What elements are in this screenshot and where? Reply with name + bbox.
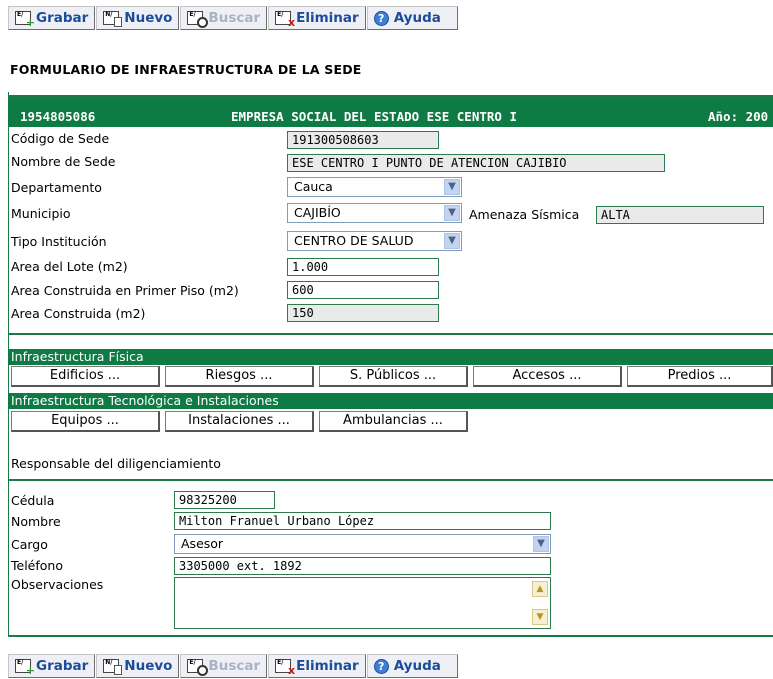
- departamento-label: Departamento: [11, 180, 102, 195]
- cedula-label: Cédula: [11, 493, 55, 508]
- grabar-label: Grabar: [36, 10, 89, 26]
- eliminar-label: Eliminar: [296, 10, 359, 26]
- tipo-institucion-value: CENTRO DE SALUD: [294, 233, 414, 248]
- amenaza-field[interactable]: ALTA: [596, 206, 764, 224]
- chevron-down-icon: ▼: [444, 233, 460, 249]
- delete-icon: E/x: [275, 11, 296, 29]
- search-icon: E/: [187, 659, 209, 676]
- chevron-down-icon: ▼: [444, 179, 460, 195]
- ayuda-button[interactable]: ? Ayuda: [366, 6, 458, 30]
- search-icon: E/: [187, 11, 209, 28]
- eliminar-button[interactable]: E/x Eliminar: [268, 6, 366, 30]
- observaciones-label: Observaciones: [11, 577, 104, 592]
- cedula-field[interactable]: 98325200: [174, 491, 275, 509]
- equipos-button[interactable]: Equipos ...: [11, 411, 160, 432]
- divider: [8, 635, 773, 637]
- eliminar-label: Eliminar: [296, 658, 359, 674]
- entity-name: EMPRESA SOCIAL DEL ESTADO ESE CENTRO I: [231, 109, 517, 124]
- observaciones-textarea[interactable]: ▲ ▼: [174, 577, 551, 629]
- entity-code: 1954805086: [20, 109, 96, 124]
- divider: [8, 479, 773, 481]
- codigo-sede-label: Código de Sede: [11, 131, 110, 146]
- delete-icon: E/x: [275, 659, 296, 677]
- divider: [8, 333, 773, 335]
- buscar-label: Buscar: [208, 10, 261, 26]
- cargo-select[interactable]: Asesor ▼: [174, 534, 551, 554]
- buscar-button[interactable]: E/ Buscar: [180, 654, 268, 678]
- municipio-label: Municipio: [11, 206, 71, 221]
- chevron-down-icon: ▼: [444, 205, 460, 221]
- nuevo-label: Nuevo: [124, 10, 173, 26]
- save-icon: E/+: [15, 659, 35, 677]
- accesos-button[interactable]: Accesos ...: [473, 366, 622, 387]
- instalaciones-button[interactable]: Instalaciones ...: [165, 411, 314, 432]
- buscar-label: Buscar: [208, 658, 261, 674]
- area-construida-field[interactable]: 150: [287, 304, 439, 322]
- area-construida-label: Area Construida (m2): [11, 306, 146, 321]
- page-title: FORMULARIO DE INFRAESTRUCTURA DE LA SEDE: [10, 62, 362, 77]
- nuevo-button[interactable]: N/ Nuevo: [96, 6, 180, 30]
- nuevo-label: Nuevo: [124, 658, 173, 674]
- area-lote-label: Area del Lote (m2): [11, 259, 128, 274]
- year-label: Año: 200: [708, 109, 769, 124]
- save-icon: E/+: [15, 11, 35, 29]
- nombre-sede-label: Nombre de Sede: [11, 154, 116, 169]
- servicios-publicos-button[interactable]: S. Públicos ...: [319, 366, 468, 387]
- ayuda-button[interactable]: ? Ayuda: [366, 654, 458, 678]
- grabar-button[interactable]: E/+ Grabar: [8, 654, 96, 678]
- area-primer-piso-field[interactable]: 600: [287, 281, 439, 299]
- help-icon: ?: [373, 10, 389, 26]
- buscar-button[interactable]: E/ Buscar: [180, 6, 268, 30]
- amenaza-label: Amenaza Sísmica: [469, 207, 580, 222]
- telefono-label: Teléfono: [11, 558, 63, 573]
- new-document-icon: N/: [103, 11, 123, 27]
- tipo-institucion-label: Tipo Institución: [11, 234, 107, 249]
- riesgos-button[interactable]: Riesgos ...: [165, 366, 314, 387]
- responsable-heading: Responsable del diligenciamiento: [11, 456, 221, 471]
- nuevo-button[interactable]: N/ Nuevo: [96, 654, 180, 678]
- ayuda-label: Ayuda: [393, 10, 441, 26]
- tipo-institucion-select[interactable]: CENTRO DE SALUD ▼: [287, 231, 462, 251]
- ambulancias-button[interactable]: Ambulancias ...: [319, 411, 468, 432]
- bottom-toolbar: E/+ Grabar N/ Nuevo E/ Buscar E/x Elimin…: [8, 654, 459, 678]
- nombre-field[interactable]: Milton Franuel Urbano López: [174, 512, 551, 530]
- nombre-label: Nombre: [11, 514, 61, 529]
- grabar-label: Grabar: [36, 658, 89, 674]
- top-toolbar: E/+ Grabar N/ Nuevo E/ Buscar E/x Elimin…: [8, 6, 459, 30]
- grabar-button[interactable]: E/+ Grabar: [8, 6, 96, 30]
- new-document-icon: N/: [103, 659, 123, 675]
- nombre-sede-field[interactable]: ESE CENTRO I PUNTO DE ATENCION CAJIBIO: [287, 154, 665, 172]
- departamento-value: Cauca: [294, 179, 333, 194]
- entity-header-bar: 1954805086 EMPRESA SOCIAL DEL ESTADO ESE…: [8, 95, 773, 127]
- infra-fisica-title: Infraestructura Física: [8, 349, 773, 365]
- infra-tec-title: Infraestructura Tecnológica e Instalacio…: [8, 393, 773, 409]
- telefono-field[interactable]: 3305000 ext. 1892: [174, 557, 551, 575]
- codigo-sede-field[interactable]: 191300508603: [287, 131, 439, 149]
- cargo-value: Asesor: [181, 536, 224, 551]
- scroll-down-icon[interactable]: ▼: [532, 609, 548, 625]
- edificios-button[interactable]: Edificios ...: [11, 366, 160, 387]
- area-primer-piso-label: Area Construida en Primer Piso (m2): [11, 283, 239, 298]
- area-lote-field[interactable]: 1.000: [287, 258, 439, 276]
- help-icon: ?: [373, 658, 389, 674]
- municipio-value: CAJIBÍO: [294, 205, 341, 220]
- departamento-select[interactable]: Cauca ▼: [287, 177, 462, 197]
- scroll-up-icon[interactable]: ▲: [532, 581, 548, 597]
- ayuda-label: Ayuda: [393, 658, 441, 674]
- eliminar-button[interactable]: E/x Eliminar: [268, 654, 366, 678]
- municipio-select[interactable]: CAJIBÍO ▼: [287, 203, 462, 223]
- predios-button[interactable]: Predios ...: [627, 366, 773, 387]
- cargo-label: Cargo: [11, 537, 48, 552]
- chevron-down-icon: ▼: [533, 536, 549, 552]
